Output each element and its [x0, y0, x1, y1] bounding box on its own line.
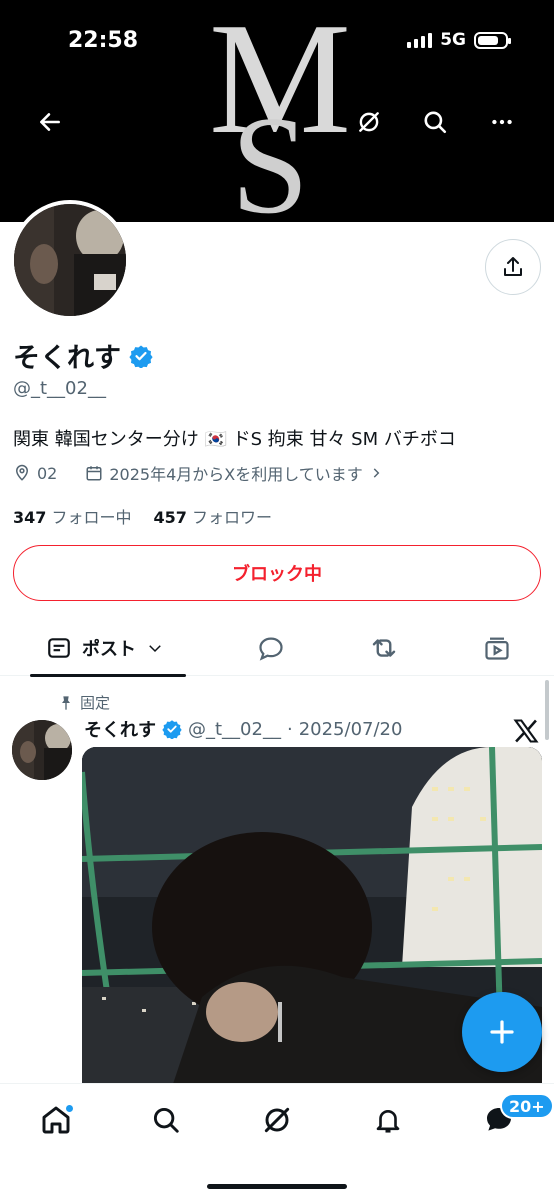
nav-home[interactable] — [34, 1098, 78, 1142]
post-header: そくれす @_t__02__ · 2025/07/20 — [84, 716, 402, 742]
location-icon — [15, 464, 29, 481]
posts-icon — [48, 638, 70, 658]
home-indicator — [207, 1184, 347, 1189]
bottom-nav — [0, 1083, 554, 1200]
post-date: 2025/07/20 — [298, 718, 403, 740]
verified-badge-icon — [162, 720, 182, 739]
more-button[interactable] — [483, 103, 521, 141]
chevron-right-icon[interactable] — [369, 466, 383, 480]
nav-search[interactable] — [144, 1098, 188, 1142]
repost-icon — [372, 639, 396, 657]
scrollbar[interactable] — [545, 680, 549, 740]
search-icon — [424, 111, 447, 134]
compose-button[interactable] — [462, 992, 542, 1072]
following-link[interactable]: 347 フォロー中 — [13, 504, 132, 528]
search-icon — [153, 1107, 179, 1133]
followers-label: フォロワー — [192, 508, 273, 527]
pin-icon — [62, 695, 70, 710]
tab-replies[interactable] — [251, 628, 291, 668]
post-separator: · — [286, 718, 293, 740]
pinned-label: 固定 — [80, 694, 111, 712]
home-notification-dot — [65, 1104, 74, 1113]
chevron-down-icon — [149, 645, 161, 653]
status-time: 22:58 — [68, 28, 139, 53]
followers-count: 457 — [153, 508, 187, 527]
blocked-button[interactable]: ブロック中 — [13, 545, 541, 601]
profile-location: 02 — [37, 463, 58, 483]
more-icon — [492, 119, 512, 125]
post-author-name[interactable]: そくれす — [84, 716, 156, 742]
post-avatar-photo — [12, 720, 72, 780]
profile-joined[interactable]: 2025年4月からXを利用しています — [109, 461, 362, 485]
messages-badge: 20+ — [500, 1093, 554, 1119]
grok-icon — [359, 112, 379, 132]
reply-icon — [259, 637, 283, 661]
avatar-photo — [14, 204, 126, 316]
plus-icon — [490, 1020, 514, 1044]
following-count: 347 — [13, 508, 47, 527]
profile-bio: 関東 韓国センター分け 🇰🇷 ドS 拘束 甘々 SM バチボコ — [13, 429, 456, 450]
nav-notifications[interactable] — [366, 1098, 410, 1142]
banner-logo: M S — [209, 0, 351, 222]
network-type: 5G — [440, 30, 466, 50]
grok-icon — [264, 1107, 290, 1133]
profile-tabs: ポスト — [0, 620, 554, 677]
post-author-handle: @_t__02__ — [188, 718, 281, 740]
followers-link[interactable]: 457 フォロワー — [154, 504, 273, 528]
profile-meta: 02 2025年4月からXを利用しています — [13, 461, 383, 485]
tab-media[interactable] — [477, 628, 517, 668]
search-button[interactable] — [416, 103, 454, 141]
tab-reposts[interactable] — [364, 628, 404, 668]
back-button[interactable] — [31, 103, 69, 141]
share-icon — [504, 257, 522, 276]
battery-icon — [474, 31, 511, 49]
share-button[interactable] — [485, 239, 541, 295]
post-author-avatar[interactable] — [12, 720, 72, 780]
status-indicators: 5G — [407, 30, 511, 50]
display-name-row: そくれす — [13, 336, 153, 375]
follow-stats: 347 フォロー中 457 フォロワー — [13, 504, 272, 528]
profile-avatar[interactable] — [10, 200, 130, 320]
bell-icon — [376, 1110, 400, 1133]
svg-text:S: S — [231, 88, 309, 222]
media-icon — [485, 637, 509, 660]
x-logo-icon[interactable] — [512, 717, 540, 745]
grok-button[interactable] — [350, 103, 388, 141]
display-name: そくれす — [13, 343, 121, 374]
nav-grok[interactable] — [255, 1098, 299, 1142]
signal-icon — [407, 32, 433, 48]
verified-badge-icon[interactable] — [129, 344, 153, 368]
battery-level — [478, 35, 498, 45]
back-arrow-icon — [40, 113, 60, 131]
pinned-indicator: 固定 — [58, 692, 110, 713]
tab-posts[interactable]: ポスト — [30, 620, 186, 677]
tab-posts-label: ポスト — [82, 639, 136, 660]
following-label: フォロー中 — [51, 508, 132, 527]
calendar-icon — [86, 466, 102, 481]
profile-handle: @_t__02__ — [13, 378, 106, 399]
